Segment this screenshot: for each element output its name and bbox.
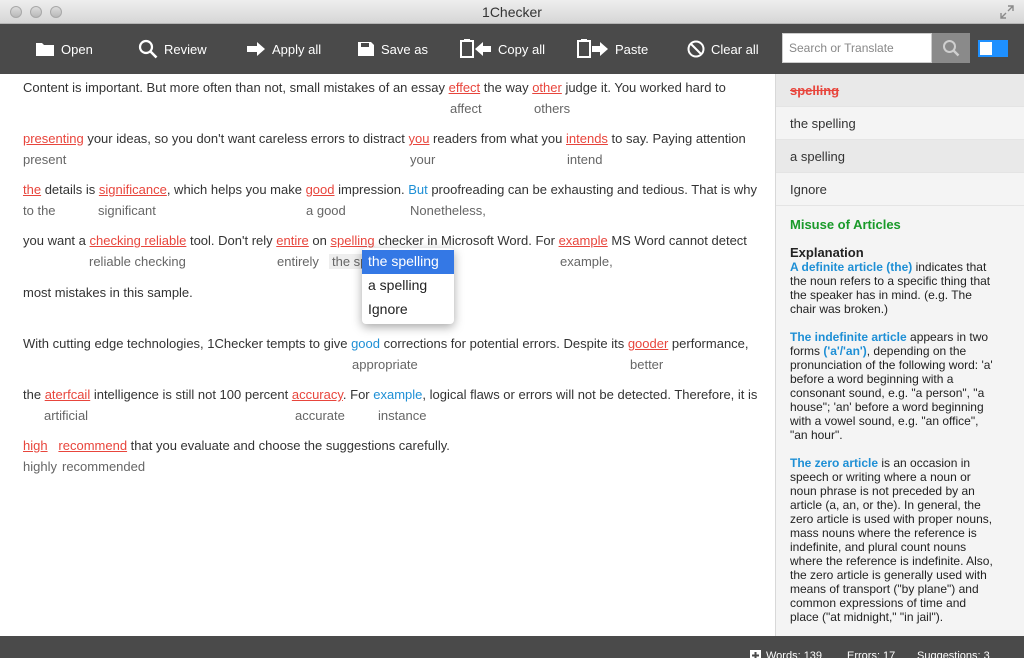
suggestion[interactable]: highly	[23, 459, 57, 474]
suggestion-panel: spelling the spelling a spelling Ignore …	[775, 74, 1024, 636]
suggestion[interactable]: appropriate	[352, 357, 418, 372]
word-count: Words: 139	[766, 650, 823, 658]
suggestion-count: Suggestions: 3	[917, 650, 990, 658]
clear-all-label: Clear all	[711, 41, 759, 57]
error-category: Misuse of Articles	[790, 217, 901, 232]
copy-all-button[interactable]: Copy all	[460, 37, 545, 61]
suggestion[interactable]: recommended	[62, 459, 145, 474]
text-line: you want a checking reliable tool. Don't…	[23, 233, 747, 248]
style-word[interactable]: But	[408, 182, 428, 197]
text-line: high recommend that you evaluate and cho…	[23, 438, 450, 453]
explanation-zero: The zero article is an occasion in speec…	[790, 456, 993, 624]
error-word[interactable]: accuracy	[292, 387, 343, 402]
panel-error-word: spelling	[776, 74, 1024, 107]
suggestion[interactable]: significant	[98, 203, 156, 218]
error-word[interactable]: aterfcail	[45, 387, 91, 402]
paste-label: Paste	[615, 41, 649, 57]
floppy-disk-icon	[358, 42, 374, 56]
text-line: Content is important. But more often tha…	[23, 80, 726, 95]
suggestion[interactable]: others	[534, 101, 570, 116]
app-window: 1Checker Open Review Apply all Save as C…	[0, 0, 1024, 658]
panel-option-the-spelling[interactable]: the spelling	[776, 107, 1024, 140]
toolbar: Open Review Apply all Save as Copy all P…	[0, 24, 1024, 74]
suggestion[interactable]: present	[23, 152, 66, 167]
error-word[interactable]: checking reliable	[90, 233, 187, 248]
error-word[interactable]: gooder	[628, 336, 668, 351]
explanation-indefinite: The indefinite article appears in two fo…	[790, 330, 993, 442]
suggestion[interactable]: Nonetheless,	[410, 203, 486, 218]
panel-option-a-spelling[interactable]: a spelling	[776, 140, 1024, 173]
text-line: With cutting edge technologies, 1Checker…	[23, 336, 749, 351]
add-icon[interactable]	[750, 650, 761, 658]
clear-all-button[interactable]: Clear all	[687, 37, 759, 61]
review-button[interactable]: Review	[138, 37, 207, 61]
error-word[interactable]: example	[559, 233, 608, 248]
title-bar: 1Checker	[0, 0, 1024, 24]
suggestion[interactable]: example,	[560, 254, 613, 269]
suggestion-popup: the spelling a spelling Ignore	[362, 248, 454, 324]
explanation-definite: A definite article (the) indicates that …	[790, 260, 991, 316]
open-button[interactable]: Open	[35, 37, 93, 61]
review-label: Review	[164, 41, 207, 57]
copy-icon	[460, 39, 491, 58]
error-word[interactable]: other	[532, 80, 562, 95]
error-word[interactable]: entire	[276, 233, 309, 248]
prohibited-icon	[687, 40, 705, 58]
paste-button[interactable]: Paste	[577, 37, 648, 61]
suggestion[interactable]: to the	[23, 203, 56, 218]
text-line: the details is significance, which helps…	[23, 182, 758, 197]
suggestion[interactable]: instance	[378, 408, 426, 423]
popup-item-a-spelling[interactable]: a spelling	[362, 274, 454, 298]
suggestion[interactable]: accurate	[295, 408, 345, 423]
suggestion[interactable]: entirely	[277, 254, 319, 269]
suggestion[interactable]: reliable checking	[89, 254, 186, 269]
error-word[interactable]: recommend	[58, 438, 127, 453]
apply-all-label: Apply all	[272, 41, 322, 57]
suggestion[interactable]: better	[630, 357, 663, 372]
folder-icon	[36, 43, 54, 56]
text-line: presenting your ideas, so you don't want…	[23, 131, 746, 146]
error-word[interactable]: you	[408, 131, 429, 146]
error-word[interactable]: presenting	[23, 131, 84, 146]
search-input[interactable]: Search or Translate	[782, 33, 932, 63]
fullscreen-icon[interactable]	[1000, 5, 1014, 19]
error-count: Errors: 17	[847, 650, 896, 658]
suggestion[interactable]: intend	[567, 152, 602, 167]
window-title: 1Checker	[482, 4, 542, 20]
save-as-button[interactable]: Save as	[357, 37, 428, 61]
apply-all-button[interactable]: Apply all	[246, 37, 321, 61]
paste-icon	[577, 39, 608, 58]
search-icon	[943, 40, 960, 57]
text-line: most mistakes in this sample.	[23, 285, 193, 300]
search-button[interactable]	[932, 33, 970, 63]
suggestion[interactable]: a good	[306, 203, 346, 218]
error-word[interactable]: spelling	[330, 233, 374, 248]
open-label: Open	[61, 41, 93, 57]
copy-all-label: Copy all	[498, 41, 545, 57]
popup-item-the-spelling[interactable]: the spelling	[362, 250, 454, 274]
style-word[interactable]: good	[351, 336, 380, 351]
text-line: the aterfcail intelligence is still not …	[23, 387, 758, 402]
suggestion[interactable]: artificial	[44, 408, 88, 423]
popup-item-ignore[interactable]: Ignore	[362, 298, 454, 322]
status-bar: Words: 139 Errors: 17 Suggestions: 3	[0, 636, 1024, 658]
error-word[interactable]: the	[23, 182, 41, 197]
magnifier-icon	[138, 39, 158, 59]
save-as-label: Save as	[381, 41, 428, 57]
error-word[interactable]: high	[23, 438, 48, 453]
error-word[interactable]: good	[306, 182, 335, 197]
error-word[interactable]: intends	[566, 131, 608, 146]
panel-option-ignore[interactable]: Ignore	[776, 173, 1024, 206]
style-word[interactable]: example	[373, 387, 422, 402]
error-word[interactable]: effect	[449, 80, 481, 95]
panel-toggle[interactable]	[978, 40, 1008, 57]
error-word[interactable]: significance	[99, 182, 167, 197]
text-editor[interactable]: Content is important. But more often tha…	[0, 74, 775, 636]
suggestion[interactable]: affect	[450, 101, 482, 116]
explanation-heading: Explanation	[790, 245, 864, 260]
arrow-right-icon	[247, 42, 265, 56]
suggestion[interactable]: your	[410, 152, 435, 167]
